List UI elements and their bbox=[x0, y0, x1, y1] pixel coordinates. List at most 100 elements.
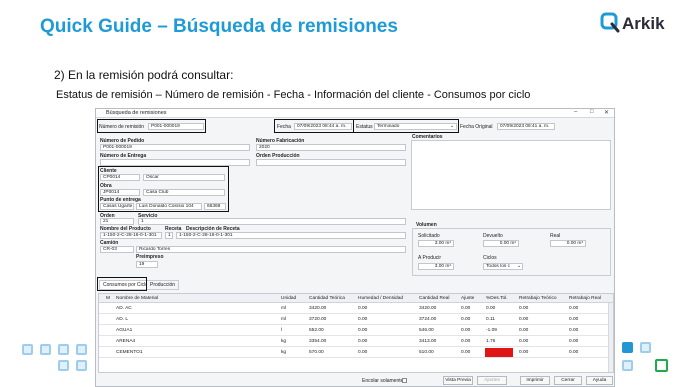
preimpreso-label: Preimpreso bbox=[136, 254, 164, 260]
cell: ARENA4 bbox=[116, 339, 136, 344]
cell: 0.00 bbox=[358, 328, 368, 333]
arkik-logo: Arkik bbox=[600, 12, 678, 38]
table-scrollbar[interactable] bbox=[608, 303, 613, 372]
numero-fabricacion-field[interactable]: 2020 bbox=[256, 144, 406, 151]
preimpreso-field[interactable]: 19 bbox=[136, 261, 158, 268]
deco-square bbox=[622, 360, 633, 371]
camion-code-field[interactable]: CR-03 bbox=[100, 246, 134, 253]
step-heading: 2) En la remisión podrá consultar: bbox=[54, 68, 234, 82]
column-header[interactable]: Cantidad Real bbox=[419, 296, 449, 301]
arkik-logo-icon bbox=[600, 12, 620, 33]
cell: AGUA1 bbox=[116, 328, 133, 333]
window-title: Búsqueda de remisiones bbox=[106, 110, 167, 116]
encolar-label: Encolar solamente bbox=[362, 378, 404, 384]
busqueda-remisiones-window: Búsqueda de remisiones – □ ✕ Número de r… bbox=[95, 108, 615, 387]
deco-square bbox=[76, 360, 87, 371]
devuelto-label: Devuelto bbox=[483, 233, 503, 239]
column-header[interactable]: Retrabajo Teórico bbox=[519, 296, 557, 301]
deco-square bbox=[58, 360, 69, 371]
cell: 3413.00 bbox=[419, 339, 437, 344]
deco-square bbox=[640, 342, 651, 353]
minimize-button[interactable]: – bbox=[574, 109, 577, 115]
cell: 0.11 bbox=[486, 317, 495, 322]
slide-title: Quick Guide – Búsqueda de remisiones bbox=[40, 16, 398, 37]
cerrar-button[interactable]: Cerrar bbox=[554, 376, 582, 385]
fecha-original-field[interactable]: 07/09/2023 08:41 a. m. bbox=[497, 123, 555, 130]
ciclos-value: Todos los c bbox=[486, 264, 510, 269]
comentarios-area[interactable] bbox=[411, 140, 611, 210]
cell: -1.09 bbox=[486, 328, 497, 333]
cell: kg bbox=[281, 339, 287, 344]
cell: kg bbox=[281, 350, 287, 355]
table-row[interactable]: ARENA4 kg 3354.00 0.00 3413.00 0.00 1.76… bbox=[99, 336, 613, 347]
column-header[interactable]: Retrabajo Real bbox=[569, 296, 601, 301]
cell: ml bbox=[281, 317, 287, 322]
cell: 3724.00 bbox=[419, 317, 437, 322]
deco-square bbox=[58, 344, 69, 355]
numero-entrega-field[interactable] bbox=[100, 159, 250, 166]
numero-pedido-field[interactable]: P001-000019 bbox=[100, 144, 250, 151]
devuelto-field[interactable]: 0.00 m³ bbox=[483, 240, 519, 247]
column-header[interactable]: Unidad bbox=[281, 296, 296, 301]
deco-square bbox=[622, 342, 633, 353]
cell: 0.00 bbox=[358, 339, 368, 344]
deco-square bbox=[655, 359, 668, 372]
cell: 570.00 bbox=[309, 350, 324, 355]
ayuda-button[interactable]: Ayuda bbox=[586, 376, 613, 385]
column-header[interactable]: M bbox=[106, 296, 110, 301]
table-row[interactable]: AD. AC ml 3420.00 0.00 3420.00 0.00 0.00… bbox=[99, 303, 613, 314]
cell: 0.00 bbox=[569, 328, 579, 333]
column-header[interactable]: %Des.Tol. bbox=[486, 296, 508, 301]
cell: 1.76 bbox=[486, 339, 496, 344]
camion-name-field[interactable]: Ricardo Torres bbox=[136, 246, 406, 253]
solicitado-field[interactable]: 3.00 m³ bbox=[418, 240, 454, 247]
ajustes-button[interactable]: Ajustes bbox=[477, 376, 507, 385]
column-header[interactable]: Cantidad Teórica bbox=[309, 296, 345, 301]
column-header[interactable]: Ajuste bbox=[461, 296, 474, 301]
highlight-fecha bbox=[274, 119, 354, 133]
servicio-field[interactable]: 1 bbox=[138, 218, 406, 225]
cell: 0.00 bbox=[519, 339, 529, 344]
cell: AD. L bbox=[116, 317, 128, 322]
a-producir-field[interactable]: 3.00 m³ bbox=[418, 263, 454, 270]
vista-previa-button[interactable]: Vista Previa bbox=[443, 376, 473, 385]
table-row[interactable]: CEMENTO1 kg 570.00 0.00 510.00 0.00 0.00… bbox=[99, 347, 613, 358]
cell: 0.00 bbox=[461, 306, 471, 311]
producto-field[interactable]: 1-150-2-C-28-16-0-1-301 bbox=[100, 232, 162, 239]
cell: 0.00 bbox=[519, 317, 529, 322]
consumos-table: M Nombre de Material Unidad Cantidad Teó… bbox=[98, 293, 614, 373]
encolar-checkbox[interactable] bbox=[402, 378, 407, 383]
fecha-original-label: Fecha Original bbox=[460, 124, 493, 130]
cell: 0.00 bbox=[461, 317, 471, 322]
desc-receta-field[interactable]: 1-150-2-C-28-16-0-1-301 bbox=[176, 232, 406, 239]
cell: 0.00 bbox=[486, 306, 496, 311]
cell: CEMENTO1 bbox=[116, 350, 143, 355]
cell: 0.00 bbox=[569, 339, 579, 344]
cell: 0.00 bbox=[569, 350, 579, 355]
error-cell bbox=[485, 348, 513, 357]
ciclos-select[interactable]: Todos los c ⌄ bbox=[483, 263, 523, 270]
maximize-button[interactable]: □ bbox=[590, 109, 594, 115]
cell: 0.00 bbox=[461, 339, 471, 344]
tab-produccion[interactable]: Producción bbox=[146, 280, 180, 290]
chevron-down-icon: ⌄ bbox=[516, 264, 521, 269]
cell: l bbox=[281, 328, 283, 333]
cell: 3420.00 bbox=[309, 306, 327, 311]
window-titlebar: Búsqueda de remisiones – □ ✕ bbox=[96, 109, 614, 118]
cell: 510.00 bbox=[419, 350, 434, 355]
column-header[interactable]: Nombre de Material bbox=[116, 296, 158, 301]
orden-field[interactable]: 21 bbox=[100, 218, 134, 225]
table-row[interactable]: AD. L ml 3720.00 0.00 3724.00 0.00 0.11 … bbox=[99, 314, 613, 325]
orden-produccion-field[interactable] bbox=[256, 159, 406, 166]
receta-field[interactable]: 1 bbox=[165, 232, 173, 239]
table-row[interactable]: AGUA1 l 552.00 0.00 546.00 0.00 -1.09 0.… bbox=[99, 325, 613, 336]
deco-square bbox=[40, 344, 51, 355]
cell: 0.00 bbox=[569, 317, 579, 322]
logo-text: Arkik bbox=[622, 14, 665, 33]
highlight-consumos-tab bbox=[97, 277, 147, 291]
column-header[interactable]: Humedad / Densidad bbox=[358, 296, 403, 301]
deco-square bbox=[22, 344, 33, 355]
imprimir-button[interactable]: Imprimir bbox=[520, 376, 550, 385]
close-button[interactable]: ✕ bbox=[604, 109, 609, 116]
real-field[interactable]: 0.00 m³ bbox=[550, 240, 586, 247]
